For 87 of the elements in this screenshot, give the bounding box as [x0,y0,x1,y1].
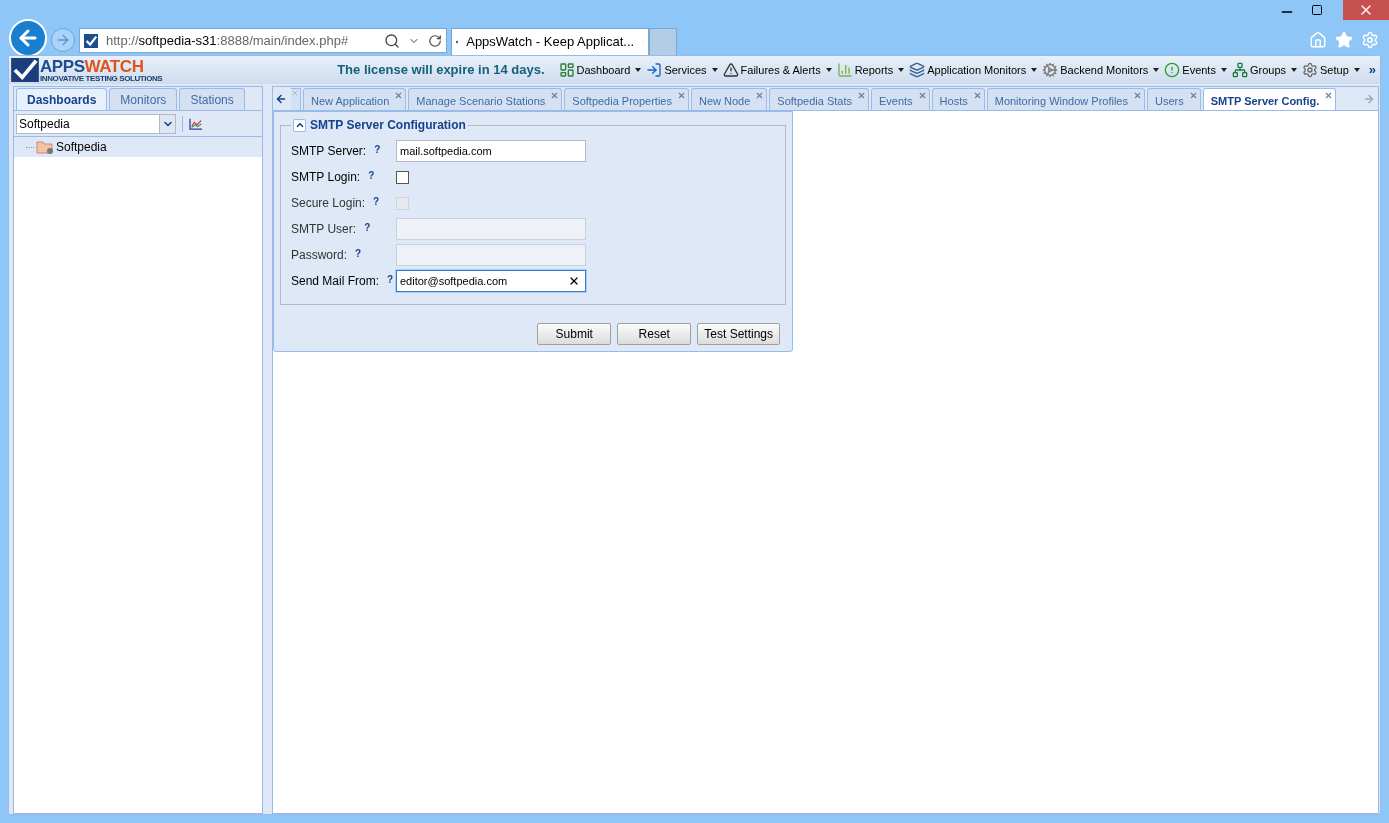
form-button[interactable]: Reset [617,323,692,345]
menu-item[interactable]: Groups [1231,61,1297,79]
document-tab[interactable]: SMTP Server Config. [1202,88,1337,110]
document-tab[interactable]: Hosts [931,88,985,110]
caret-icon [1291,68,1297,72]
home-icon[interactable] [1309,31,1327,49]
search-icon[interactable] [384,32,400,49]
field-label: Secure Login: [291,195,366,212]
document-tab[interactable]: Softpedia Stats [769,88,869,110]
arrow-left-icon [275,93,287,105]
refresh-icon[interactable] [428,33,442,48]
chart-icon[interactable] [189,117,203,130]
caret-icon [898,68,905,72]
caret-icon [711,68,718,72]
document-tab[interactable]: Users [1147,88,1201,110]
menu-item[interactable]: Failures & Alerts [722,61,832,79]
close-button[interactable] [1343,0,1389,20]
network-icon [1231,62,1248,78]
scroll-right-icon[interactable] [1363,93,1375,105]
caret-icon [1153,68,1160,72]
field-label: Send Mail From: [291,273,380,290]
tree-item[interactable]: Softpedia [14,137,262,157]
windows-icon [909,62,926,78]
menu-item[interactable]: Services [646,61,718,79]
checkbox[interactable] [396,170,409,184]
field-label: SMTP User: [291,221,357,238]
help-icon[interactable]: ? [355,246,362,261]
address-text: http://softpedia-s31:8888/main/index.php# [106,31,349,50]
document-tab[interactable]: Softpedia Properties [564,88,689,110]
back-button[interactable] [9,19,47,57]
caret-icon [635,68,642,72]
input-field[interactable]: mail.softpedia.com [396,140,586,162]
logo-icon [11,58,39,82]
folder-icon [36,140,54,154]
help-icon[interactable]: ? [364,220,371,235]
menu-item[interactable]: Application Monitors [909,61,1038,79]
dashboard-select[interactable]: Softpedia [16,113,176,134]
sidebar-tab[interactable]: Monitors [109,88,178,110]
favorites-icon[interactable] [1335,31,1353,49]
form-button[interactable]: Test Settings [697,323,780,345]
help-icon[interactable]: ? [373,194,380,209]
document-tab[interactable]: Monitoring Window Profiles [986,88,1145,110]
settings-icon[interactable] [1361,31,1379,49]
tab-title: AppsWatch - Keep Applicat... [466,33,635,52]
caret-icon [1353,68,1360,72]
browser-tab[interactable]: AppsWatch - Keep Applicat... [451,28,649,55]
forward-arrow-icon [55,32,71,48]
menu-item[interactable]: Setup [1302,61,1360,79]
settings-icon [1302,62,1318,78]
more-menu-button[interactable]: » [1368,60,1376,80]
menu-item[interactable]: Events [1164,61,1227,79]
document-tab[interactable]: New Application [303,88,407,110]
chevron-up-icon [294,120,305,130]
field-label: SMTP Login: [291,169,361,186]
form-title: SMTP Server Configuration [310,117,466,134]
help-icon[interactable]: ? [368,168,375,183]
dashboard-icon [558,62,575,78]
address-bar[interactable]: http://softpedia-s31:8888/main/index.php# [79,28,447,53]
logo-tagline: INNOVATIVE TESTING SOLUTIONS [40,74,163,83]
field-label: SMTP Server: [291,143,367,160]
field-label: Password: [291,247,348,264]
sidebar-tab[interactable]: Dashboards [16,88,108,110]
menu-item[interactable]: Reports [836,61,905,79]
document-tab[interactable]: New Node [691,88,768,110]
gears-icon [1042,62,1059,78]
caret-icon [1031,68,1038,72]
enter-icon [646,62,663,78]
collapse-button[interactable] [293,118,306,132]
logo-wordmark: APPSWATCH [40,57,145,75]
help-icon[interactable]: ? [374,142,381,157]
maximize-icon[interactable] [1311,4,1323,16]
alert-circle-icon [1164,62,1181,78]
sidebar-tab[interactable]: Stations [179,88,245,110]
document-tab[interactable]: Events [870,88,930,110]
bar-chart-icon [836,62,853,78]
menu-item[interactable]: Dashboard [558,61,642,79]
form-button[interactable]: Submit [537,323,612,345]
caret-icon [825,68,832,72]
help-icon[interactable]: ? [387,272,394,287]
menu-item[interactable]: Backend Monitors [1042,61,1160,79]
warning-icon [722,62,739,78]
license-notice: The license will expire in 14 days. [337,61,545,80]
caret-icon [1220,68,1227,72]
document-tab[interactable]: Manage Scenario Stations [408,88,563,110]
input-field[interactable]: editor@softpedia.com [396,270,586,292]
clear-icon[interactable] [568,275,580,287]
forward-button[interactable] [51,28,75,52]
